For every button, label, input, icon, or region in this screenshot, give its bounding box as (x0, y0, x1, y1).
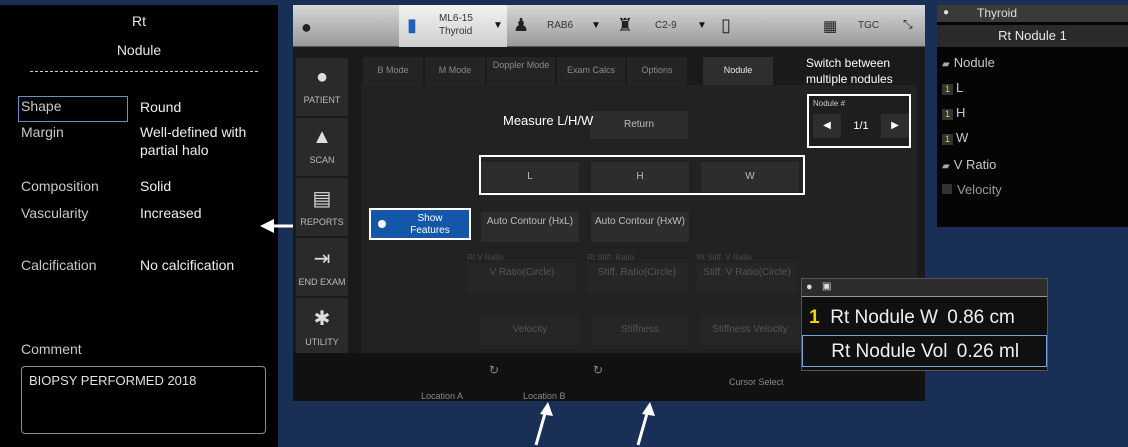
tree-item-v-ratio[interactable]: ▰ V Ratio (942, 157, 996, 172)
checkbox-icon (942, 184, 952, 194)
stiffness-button: Stiffness (591, 315, 689, 345)
person-icon: ● (315, 66, 329, 88)
exit-icon: ⇥ (313, 248, 331, 270)
cursor-select-label[interactable]: Cursor Select (729, 377, 784, 387)
tab-m-mode[interactable]: M Mode (425, 57, 485, 85)
calcification-value: No calcification (140, 257, 235, 273)
sidebar-item-utility[interactable]: ✱ UTILITY (296, 298, 348, 356)
chevron-down-icon: ▼ (493, 20, 503, 31)
probe-c2-9[interactable]: ♜ C2-9 ▼ (611, 5, 711, 47)
tab-b-mode[interactable]: B Mode (363, 57, 423, 85)
tab-exam-calcs[interactable]: Exam Calcs (557, 57, 625, 85)
composition-label: Composition (21, 178, 99, 194)
stiff-ratio-circle-button: Stiff. Ratio(Circle) (587, 263, 687, 293)
auto-contour-hxw-button[interactable]: Auto Contour (HxW) (591, 212, 689, 242)
panel-title: Nodule (116, 42, 162, 58)
lhw-highlight (479, 155, 805, 195)
linear-probe-icon: ▮ (407, 15, 417, 35)
margin-value: Well-defined with partial halo (140, 124, 247, 158)
chevron-down-icon: ▼ (697, 20, 707, 31)
return-button[interactable]: Return (590, 111, 688, 139)
tree-item-w[interactable]: 1W (942, 130, 968, 145)
calcification-label: Calcification (21, 257, 97, 273)
nodule-page: 1/1 (853, 120, 869, 132)
tab-nodule[interactable]: Nodule (703, 57, 773, 85)
probe-bar: ● ▮ ML6-15 Thyroid ▼ ♟ RAB6 ▼ ♜ C2-9 ▼ ▯… (293, 5, 925, 47)
auto-contour-hxl-button[interactable]: Auto Contour (HxL) (481, 212, 579, 242)
measure-annotation: Measure L/H/W (503, 113, 594, 128)
prev-nodule-button[interactable]: ◀ (813, 114, 841, 138)
comment-label: Comment (21, 341, 82, 357)
volume-probe-icon: ♟ (513, 15, 530, 35)
folder-icon: ▰ (942, 59, 950, 70)
stiffness-velocity-button: Stiffness Velocity (701, 315, 799, 345)
radio-icon (378, 220, 386, 228)
panel-side: Rt (132, 13, 146, 29)
results-header: ● ▣ (802, 279, 1047, 297)
circle-icon: ● (806, 281, 813, 293)
tree-item-l[interactable]: 1L (942, 80, 963, 95)
measurement-row[interactable]: Rt Nodule Vol 0.26 ml (802, 335, 1047, 367)
grid-icon[interactable]: ▦ (823, 17, 837, 35)
gear-icon: ✱ (313, 308, 331, 330)
probe-ml6-15[interactable]: ▮ ML6-15 Thyroid ▼ (399, 5, 507, 47)
comment-field[interactable]: BIOPSY PERFORMED 2018 (21, 366, 266, 434)
sidebar-item-end-exam[interactable]: ⇥ END EXAM (296, 238, 348, 296)
measurement-tree: ● Thyroid Rt Nodule 1 ▰ Nodule 1L 1H 1W ▰… (937, 5, 1128, 227)
vascularity-label: Vascularity (21, 205, 89, 221)
refresh-icon[interactable]: ↻ (593, 363, 603, 377)
tree-header: ● Thyroid (937, 5, 1128, 22)
refresh-icon[interactable]: ↻ (489, 363, 499, 377)
show-features-button[interactable]: Show Features (369, 208, 471, 240)
convex-probe-icon: ♜ (617, 15, 634, 35)
scan-icon: ▲ (312, 126, 332, 148)
sidebar-item-reports[interactable]: ▤ REPORTS (296, 178, 348, 236)
stiffv-ratio-circle-button: Stiff. V Ratio(Circle) (697, 263, 797, 293)
velocity-button: Velocity (481, 315, 579, 345)
rt-stiffv-ratio-label: Rt Stiff. V Ratio (697, 253, 752, 262)
tgc-label[interactable]: TGC (858, 20, 879, 31)
location-a-label[interactable]: Location A (421, 391, 463, 401)
probe-rab6[interactable]: ♟ RAB6 ▼ (507, 5, 607, 47)
nodule-number-label: Nodule # (813, 99, 846, 108)
divider (30, 71, 258, 72)
chevron-down-icon: ▼ (591, 20, 601, 31)
sidebar-item-patient[interactable]: ● PATIENT (296, 58, 348, 116)
composition-value: Solid (140, 178, 172, 194)
expand-icon[interactable]: ⤡ (903, 17, 913, 32)
margin-label: Margin (21, 124, 64, 140)
v-ratio-circle-button: V Ratio(Circle) (467, 263, 577, 293)
shape-label: Shape (21, 98, 62, 114)
measurement-row: 1 Rt Nodule W 0.86 cm (809, 307, 1015, 328)
device-icon[interactable]: ▯ (721, 15, 731, 36)
tree-subheader: Rt Nodule 1 (937, 25, 1128, 47)
switch-nodules-annotation: Switch between multiple nodules (806, 56, 893, 86)
circle-icon: ● (943, 7, 950, 18)
tree-item-velocity[interactable]: Velocity (942, 182, 1002, 197)
calculator-icon: ▣ (822, 281, 832, 292)
tab-options[interactable]: Options (627, 57, 687, 85)
location-arrows (534, 402, 655, 446)
sidebar-item-scan[interactable]: ▲ SCAN (296, 118, 348, 176)
rt-v-ratio-label: Rt V Ratio (467, 253, 504, 262)
power-icon[interactable]: ● (301, 17, 312, 38)
shape-value: Round (140, 99, 182, 115)
vascularity-value: Increased (140, 205, 202, 221)
rt-stiff-ratio-label: Rt Stiff. Ratio (587, 253, 634, 262)
tree-item-nodule[interactable]: ▰ Nodule (942, 55, 995, 70)
report-icon: ▤ (312, 188, 332, 210)
folder-icon: ▰ (942, 161, 950, 172)
measurement-results: ● ▣ 1 Rt Nodule W 0.86 cm Rt Nodule Vol … (801, 278, 1048, 371)
features-panel: Rt Nodule Shape Round Margin Well-define… (0, 5, 278, 447)
tree-item-h[interactable]: 1H (942, 105, 965, 120)
nodule-switcher: Nodule # ◀ 1/1 ▶ (807, 94, 911, 148)
tab-doppler-mode[interactable]: Doppler Mode (487, 57, 555, 85)
sidebar: ● PATIENT ▲ SCAN ▤ REPORTS ⇥ END EXAM ✱ … (293, 55, 351, 401)
next-nodule-button[interactable]: ▶ (881, 114, 909, 138)
